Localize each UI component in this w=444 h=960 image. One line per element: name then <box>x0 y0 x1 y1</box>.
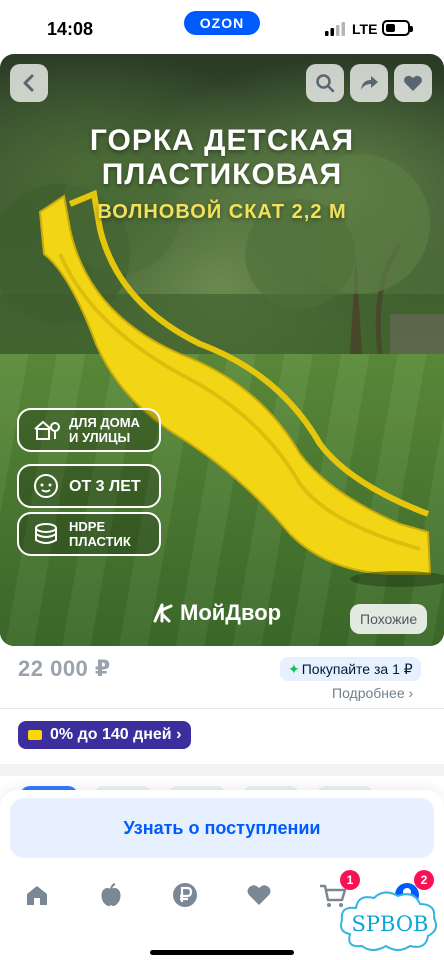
notify-button[interactable]: Узнать о поступлении <box>10 798 434 858</box>
divider <box>0 708 444 709</box>
share-button[interactable] <box>350 64 388 102</box>
similar-button[interactable]: Похожие <box>350 604 428 634</box>
apple-icon <box>101 883 121 906</box>
tab-home[interactable] <box>22 880 52 910</box>
heart-icon <box>404 75 422 91</box>
share-icon <box>361 76 378 90</box>
layers-icon <box>35 523 57 544</box>
home-indicator <box>150 950 294 955</box>
chevron-left-icon <box>23 74 34 92</box>
tab-favorites[interactable] <box>244 880 274 910</box>
hero-title-line1: ГОРКА ДЕТСКАЯ <box>89 124 355 157</box>
cart-count-badge: 1 <box>340 870 360 890</box>
heart-icon <box>247 885 271 905</box>
house-tree-icon <box>34 420 60 440</box>
product-price: 22 000 ₽ <box>18 656 111 681</box>
network-label: LTE <box>352 21 378 37</box>
child-face-icon <box>34 474 58 498</box>
watermark-badge: SPBOB <box>336 888 440 954</box>
product-image[interactable]: ГОРКА ДЕТСКАЯ ПЛАСТИКОВАЯ ВОЛНОВОЙ СКАТ … <box>0 54 444 646</box>
section-separator <box>0 764 444 776</box>
hero-title-line2: ПЛАСТИКОВАЯ <box>101 158 343 191</box>
installment-button[interactable]: 0% до 140 дней › <box>18 721 192 749</box>
feature-badge-material: HDPE ПЛАСТИК <box>17 512 161 556</box>
feature-badge-home: ДЛЯ ДОМА И УЛИЦЫ <box>17 408 161 452</box>
brand-logo: МойДвор <box>152 600 281 626</box>
profile-count-badge: 2 <box>414 870 434 890</box>
feature-badge-age: ОТ 3 ЛЕТ <box>17 464 161 508</box>
tab-fresh[interactable] <box>96 880 126 910</box>
details-link[interactable]: Подробнее › <box>332 685 413 701</box>
search-button[interactable] <box>306 64 344 102</box>
home-icon <box>27 886 47 905</box>
sparkle-icon: ✦ <box>288 660 300 677</box>
status-time: 14:08 <box>47 19 94 39</box>
card-icon <box>28 730 42 740</box>
hero-subtitle: ВОЛНОВОЙ СКАТ 2,2 М <box>97 201 347 223</box>
brand-mark-icon <box>153 603 173 623</box>
battery-icon <box>382 20 413 36</box>
ruble-icon <box>173 883 197 907</box>
signal-icon <box>325 22 345 36</box>
promo-chip[interactable]: ✦ Покупайте за 1 ₽ <box>280 657 421 681</box>
app-badge[interactable]: OZON <box>184 11 260 35</box>
search-icon <box>316 74 335 93</box>
tab-finance[interactable] <box>170 880 200 910</box>
status-bar: 14:08 OZON LTE <box>0 0 444 54</box>
back-button[interactable] <box>10 64 48 102</box>
favorite-button[interactable] <box>394 64 432 102</box>
